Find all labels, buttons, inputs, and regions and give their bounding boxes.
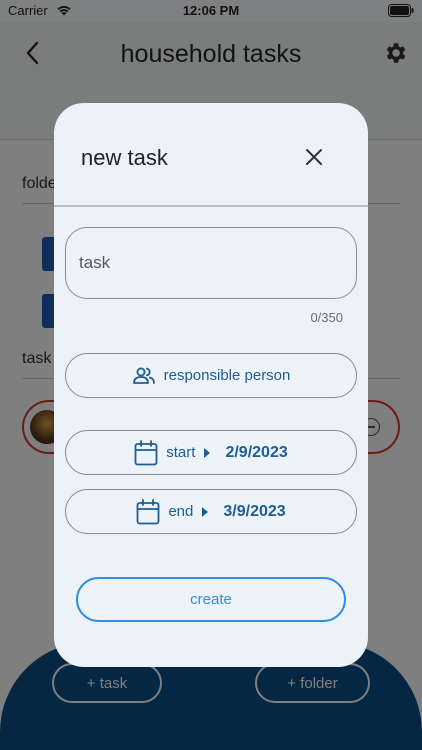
caret-right-icon	[204, 447, 211, 458]
clock: 12:06 PM	[182, 3, 240, 18]
people-icon	[132, 367, 155, 384]
caret-right-icon	[202, 506, 209, 517]
start-label: start	[166, 444, 196, 461]
close-button[interactable]	[304, 147, 324, 167]
end-label: end	[168, 503, 194, 520]
status-bar: Carrier 12:06 PM	[0, 0, 422, 22]
end-date-button[interactable]: end 3/9/2023	[65, 489, 357, 534]
create-button[interactable]: create	[76, 577, 346, 622]
calendar-icon	[134, 439, 158, 465]
dialog-divider	[54, 205, 368, 207]
battery-icon	[388, 4, 414, 22]
start-date-value: 2/9/2023	[225, 443, 288, 461]
new-task-dialog: new task 0/350 responsible person start …	[54, 103, 368, 667]
responsible-person-button[interactable]: responsible person	[65, 353, 357, 398]
calendar-icon	[136, 498, 160, 524]
close-icon	[306, 149, 322, 165]
end-date-value: 3/9/2023	[223, 502, 286, 520]
task-input[interactable]	[65, 227, 357, 299]
start-date-button[interactable]: start 2/9/2023	[65, 430, 357, 475]
responsible-person-label: responsible person	[163, 367, 291, 384]
dialog-title: new task	[81, 145, 168, 170]
char-counter: 0/350	[310, 310, 343, 325]
